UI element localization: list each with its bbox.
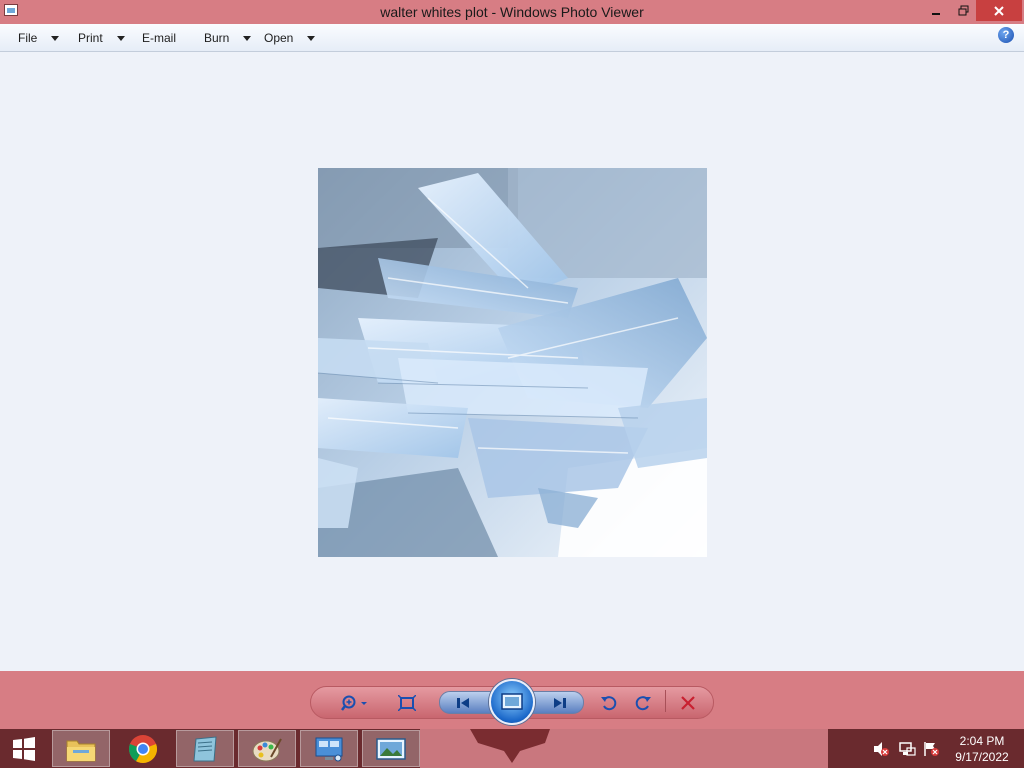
slideshow-button[interactable]: [489, 679, 535, 725]
previous-icon: [457, 698, 469, 708]
system-clock[interactable]: 2:04 PM 9/17/2022: [948, 733, 1016, 765]
rotate-counterclockwise-icon: [601, 696, 617, 711]
title-bar: walter whites plot - Windows Photo Viewe…: [0, 0, 1024, 24]
menu-email[interactable]: E-mail: [142, 31, 176, 45]
menu-burn-label: Burn: [204, 31, 230, 45]
taskbar-wallpaper-strip: [420, 729, 828, 768]
actual-size-button[interactable]: [396, 693, 418, 713]
network-status-icon: [899, 741, 916, 756]
taskbar-notepad[interactable]: [176, 730, 234, 767]
chrome-icon: [128, 734, 158, 763]
rotate-clockwise-icon: [635, 696, 651, 711]
clock-date: 9/17/2022: [955, 750, 1009, 764]
zoom-button[interactable]: [340, 693, 370, 713]
chevron-down-icon: [116, 35, 125, 41]
speaker-muted-icon: [874, 741, 889, 756]
chevron-down-icon: [51, 35, 60, 41]
wallpaper-shape: [470, 729, 550, 763]
next-button[interactable]: [549, 693, 571, 713]
paint-icon: [252, 738, 282, 761]
taskbar-file-explorer[interactable]: [52, 730, 110, 767]
menu-open[interactable]: Open: [264, 31, 316, 45]
previous-button[interactable]: [452, 693, 474, 713]
zoom-icon: [341, 695, 367, 711]
menu-file[interactable]: File: [18, 31, 60, 45]
menu-print-label: Print: [78, 31, 103, 45]
displayed-photo: [318, 168, 707, 557]
menu-email-label: E-mail: [142, 31, 177, 45]
crystal-image: [318, 168, 707, 557]
photo-viewer-icon: [376, 737, 406, 760]
taskbar-paint[interactable]: [238, 730, 296, 767]
restore-icon: [958, 5, 968, 16]
remote-desktop-icon: [315, 737, 343, 761]
start-icon: [13, 736, 35, 761]
minimize-button[interactable]: [922, 0, 950, 21]
control-separator: [665, 690, 666, 712]
restore-button[interactable]: [950, 0, 976, 21]
taskbar-remote-desktop[interactable]: [300, 730, 358, 767]
chevron-down-icon: [243, 35, 252, 41]
delete-icon: [681, 696, 695, 710]
action-center-icon[interactable]: [922, 729, 940, 768]
menu-burn[interactable]: Burn: [204, 31, 252, 45]
taskbar: 2:04 PM 9/17/2022: [0, 729, 1024, 768]
notepad-icon: [193, 735, 217, 761]
file-explorer-icon: [66, 740, 96, 761]
start-button[interactable]: [0, 730, 48, 767]
menu-file-label: File: [18, 31, 38, 45]
minimize-icon: [932, 12, 940, 15]
menu-open-label: Open: [264, 31, 294, 45]
delete-button[interactable]: [677, 693, 699, 713]
slideshow-icon: [501, 693, 523, 710]
fit-to-window-icon: [398, 695, 416, 711]
close-icon: [994, 5, 1004, 16]
photo-viewer-canvas: [0, 53, 1024, 671]
help-icon[interactable]: ?: [998, 27, 1014, 43]
rotate-counterclockwise-button[interactable]: [598, 693, 620, 713]
menu-print[interactable]: Print: [78, 31, 125, 45]
taskbar-chrome[interactable]: [114, 730, 172, 767]
flag-alert-icon: [924, 741, 939, 756]
network-icon[interactable]: [898, 729, 916, 768]
clock-time: 2:04 PM: [959, 734, 1005, 748]
window-title: walter whites plot - Windows Photo Viewe…: [380, 4, 644, 20]
taskbar-photo-viewer[interactable]: [362, 730, 420, 767]
chevron-down-icon: [307, 35, 316, 41]
menu-bar: File Print E-mail Burn Open ?: [0, 24, 1024, 52]
close-button[interactable]: [976, 0, 1022, 21]
next-icon: [554, 698, 566, 708]
rotate-clockwise-button[interactable]: [632, 693, 654, 713]
volume-muted-icon[interactable]: [872, 729, 890, 768]
